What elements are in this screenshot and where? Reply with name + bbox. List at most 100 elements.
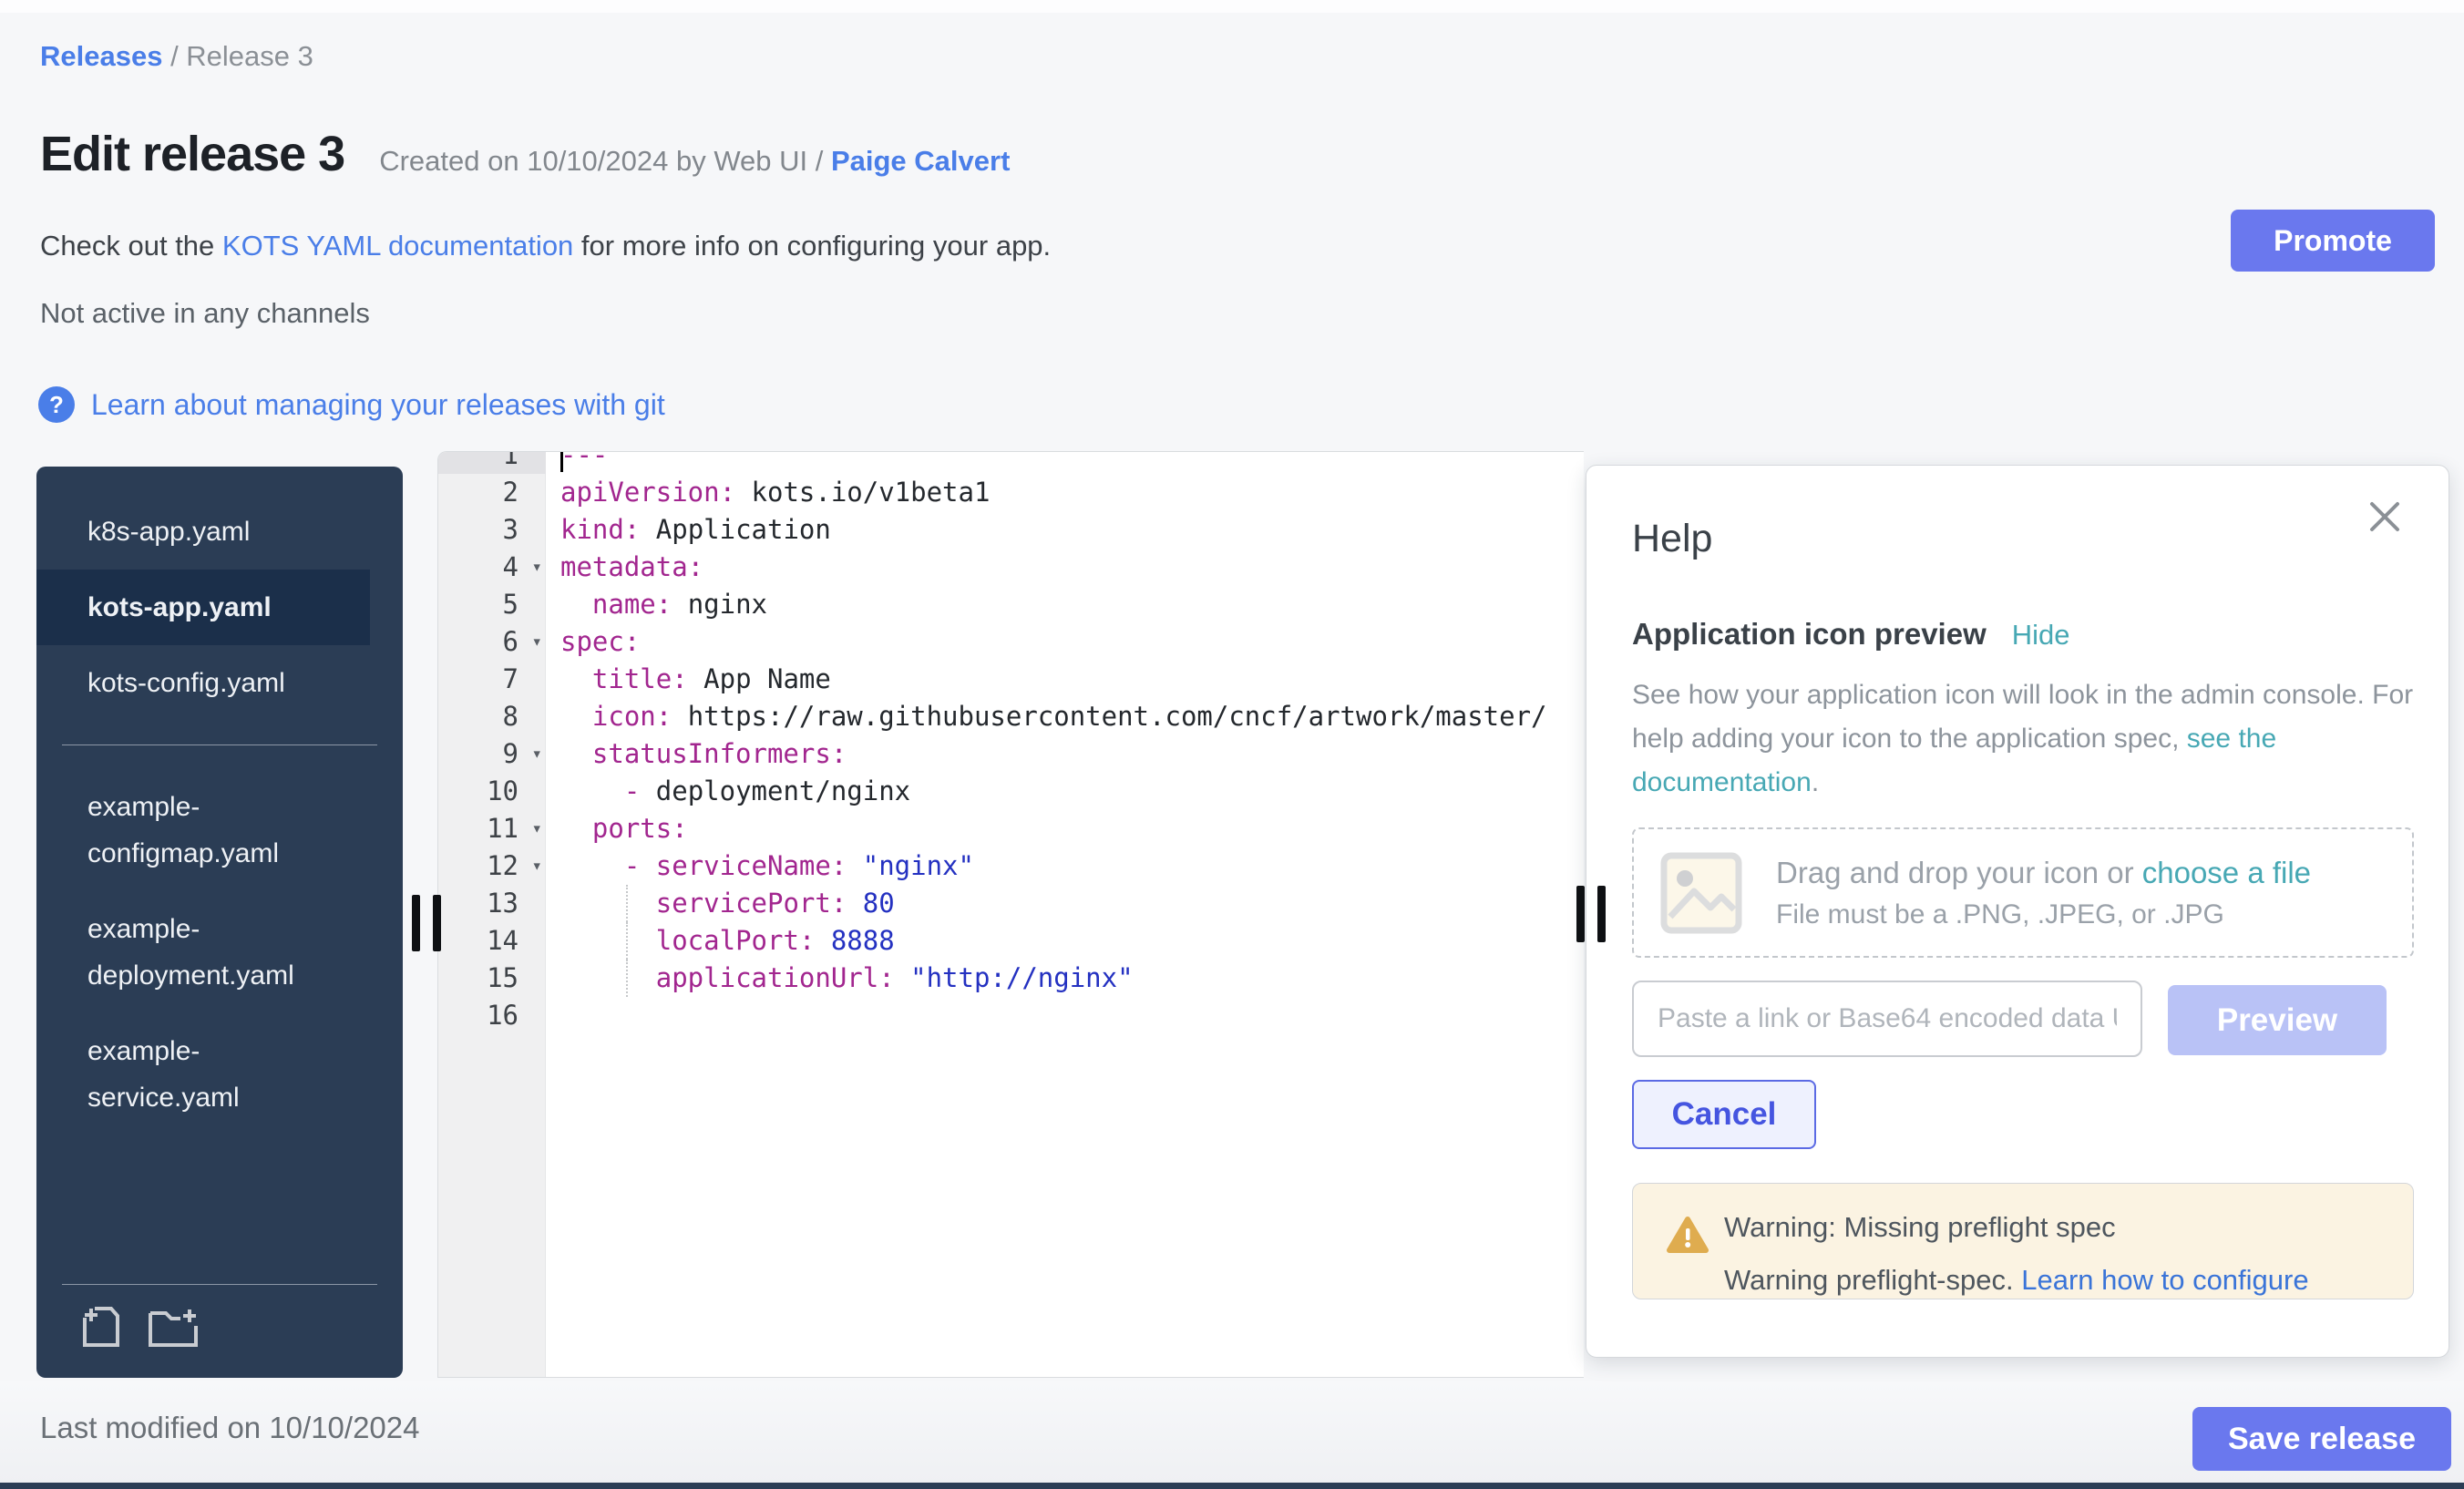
fold-arrow-icon[interactable]: ▾	[532, 735, 542, 773]
breadcrumb-current: Release 3	[186, 40, 313, 72]
sidebar-item-k8s-app.yaml[interactable]: k8s-app.yaml	[36, 494, 370, 570]
hide-link[interactable]: Hide	[2012, 619, 2070, 652]
line-number: 6▾	[438, 623, 546, 661]
warning-detail: Warning preflight-spec. Learn how to con…	[1724, 1264, 2386, 1297]
description-text: See how your application icon will look …	[1632, 680, 2413, 754]
git-help-row: ? Learn about managing your releases wit…	[38, 386, 665, 423]
created-info: Created on 10/10/2024 by Web UI / Paige …	[379, 145, 1010, 178]
editor-line-7[interactable]: 7 title: App Name	[438, 661, 1584, 698]
icon-url-input[interactable]	[1632, 981, 2142, 1057]
fold-arrow-icon[interactable]: ▾	[532, 810, 542, 847]
editor-line-1[interactable]: 1---	[438, 451, 1584, 474]
bottom-edge-strip	[0, 1483, 2464, 1489]
title-row: Edit release 3 Created on 10/10/2024 by …	[40, 126, 1010, 182]
preview-button[interactable]: Preview	[2168, 985, 2387, 1055]
line-number: 3	[438, 511, 546, 549]
text-cursor	[560, 451, 563, 472]
created-author-link[interactable]: Paige Calvert	[831, 145, 1010, 177]
editor-line-11[interactable]: 11▾ ports:	[438, 810, 1584, 847]
editor-line-8[interactable]: 8 icon: https://raw.githubusercontent.co…	[438, 698, 1584, 735]
sidebar-bottom-divider	[62, 1284, 377, 1285]
dropzone-line1-text: Drag and drop your icon or	[1776, 856, 2142, 889]
icon-preview-description: See how your application icon will look …	[1632, 673, 2416, 805]
line-number: 11▾	[438, 810, 546, 847]
sidebar-item-kots-app.yaml[interactable]: kots-app.yaml	[36, 570, 370, 645]
save-release-button[interactable]: Save release	[2192, 1407, 2451, 1471]
file-sidebar: k8s-app.yamlkots-app.yamlkots-config.yam…	[36, 467, 403, 1378]
icon-preview-title: Application icon preview	[1632, 617, 1987, 652]
line-number: 14	[438, 922, 546, 960]
resize-bar	[1597, 886, 1606, 942]
line-number: 16	[438, 997, 546, 1034]
line-number: 9▾	[438, 735, 546, 773]
sidebar-divider	[62, 744, 377, 745]
breadcrumb-separator: /	[162, 40, 186, 72]
warning-title: Warning: Missing preflight spec	[1724, 1211, 2386, 1244]
sidebar-item-kots-config.yaml[interactable]: kots-config.yaml	[36, 645, 370, 721]
editor-line-6[interactable]: 6▾spec:	[438, 623, 1584, 661]
channel-status: Not active in any channels	[40, 297, 370, 330]
fold-arrow-icon[interactable]: ▾	[532, 623, 542, 661]
description-period: .	[1812, 767, 1819, 797]
resize-bar	[412, 895, 420, 951]
promote-button[interactable]: Promote	[2231, 210, 2435, 272]
preflight-warning-box: Warning: Missing preflight spec Warning …	[1632, 1183, 2414, 1299]
close-icon[interactable]	[2365, 497, 2405, 537]
warning-detail-text: Warning preflight-spec.	[1724, 1264, 2021, 1296]
subtitle: Check out the KOTS YAML documentation fo…	[40, 230, 1051, 262]
editor-line-14[interactable]: 14 localPort: 8888	[438, 922, 1584, 960]
breadcrumb: Releases / Release 3	[40, 40, 313, 73]
sidebar-item-example-configmap.yaml[interactable]: example-configmap.yaml	[36, 769, 370, 891]
line-number: 7	[438, 661, 546, 698]
kots-yaml-docs-link[interactable]: KOTS YAML documentation	[222, 230, 573, 262]
editor-content[interactable]: 1---2apiVersion: kots.io/v1beta13kind: A…	[438, 451, 1584, 1034]
subtitle-prefix: Check out the	[40, 230, 222, 262]
editor-line-9[interactable]: 9▾ statusInformers:	[438, 735, 1584, 773]
git-releases-link[interactable]: Learn about managing your releases with …	[91, 388, 665, 422]
help-panel: Help Application icon preview Hide See h…	[1586, 465, 2449, 1358]
sidebar-item-example-deployment.yaml[interactable]: example-deployment.yaml	[36, 891, 370, 1013]
editor-line-3[interactable]: 3kind: Application	[438, 511, 1584, 549]
new-file-icon[interactable]	[82, 1306, 120, 1348]
cancel-button[interactable]: Cancel	[1632, 1080, 1816, 1149]
line-number: 8	[438, 698, 546, 735]
top-fade	[0, 0, 2464, 13]
image-placeholder-icon	[1659, 851, 1743, 935]
sidebar-resize-handle[interactable]	[412, 895, 441, 951]
help-panel-title: Help	[1632, 517, 1712, 561]
edit-release-page: Releases / Release 3 Edit release 3 Crea…	[0, 0, 2464, 1489]
dropzone-file-types: File must be a .PNG, .JPEG, or .JPG	[1776, 899, 2311, 930]
line-number: 5	[438, 586, 546, 623]
editor-line-10[interactable]: 10 - deployment/nginx	[438, 773, 1584, 810]
help-panel-resize-handle[interactable]	[1576, 886, 1606, 942]
created-text: Created on 10/10/2024 by Web UI /	[379, 145, 831, 177]
page-title: Edit release 3	[40, 126, 344, 182]
icon-dropzone[interactable]: Drag and drop your icon or choose a file…	[1632, 827, 2414, 958]
warning-icon	[1666, 1215, 1709, 1255]
icon-preview-section-header: Application icon preview Hide	[1632, 617, 2070, 652]
editor-line-16[interactable]: 16	[438, 997, 1584, 1034]
subtitle-suffix: for more info on configuring your app.	[573, 230, 1051, 262]
choose-a-file-link[interactable]: choose a file	[2142, 856, 2311, 889]
dropzone-text: Drag and drop your icon or choose a file…	[1776, 856, 2311, 930]
line-number: 13	[438, 885, 546, 922]
line-number: 1	[438, 451, 546, 474]
learn-how-to-configure-link[interactable]: Learn how to configure	[2021, 1264, 2308, 1296]
sidebar-item-example-service.yaml[interactable]: example-service.yaml	[36, 1013, 370, 1135]
yaml-editor[interactable]: 1---2apiVersion: kots.io/v1beta13kind: A…	[437, 451, 1584, 1378]
editor-line-4[interactable]: 4▾metadata:	[438, 549, 1584, 586]
line-number: 15	[438, 960, 546, 997]
editor-line-15[interactable]: 15 applicationUrl: "http://nginx"	[438, 960, 1584, 997]
fold-arrow-icon[interactable]: ▾	[532, 847, 542, 885]
editor-line-12[interactable]: 12▾ - serviceName: "nginx"	[438, 847, 1584, 885]
new-folder-icon[interactable]	[148, 1306, 199, 1348]
breadcrumb-releases-link[interactable]: Releases	[40, 40, 162, 72]
line-number: 4▾	[438, 549, 546, 586]
resize-bar	[433, 895, 441, 951]
editor-line-5[interactable]: 5 name: nginx	[438, 586, 1584, 623]
question-icon: ?	[38, 386, 75, 423]
editor-line-2[interactable]: 2apiVersion: kots.io/v1beta1	[438, 474, 1584, 511]
fold-arrow-icon[interactable]: ▾	[532, 549, 542, 586]
line-number: 12▾	[438, 847, 546, 885]
editor-line-13[interactable]: 13 servicePort: 80	[438, 885, 1584, 922]
